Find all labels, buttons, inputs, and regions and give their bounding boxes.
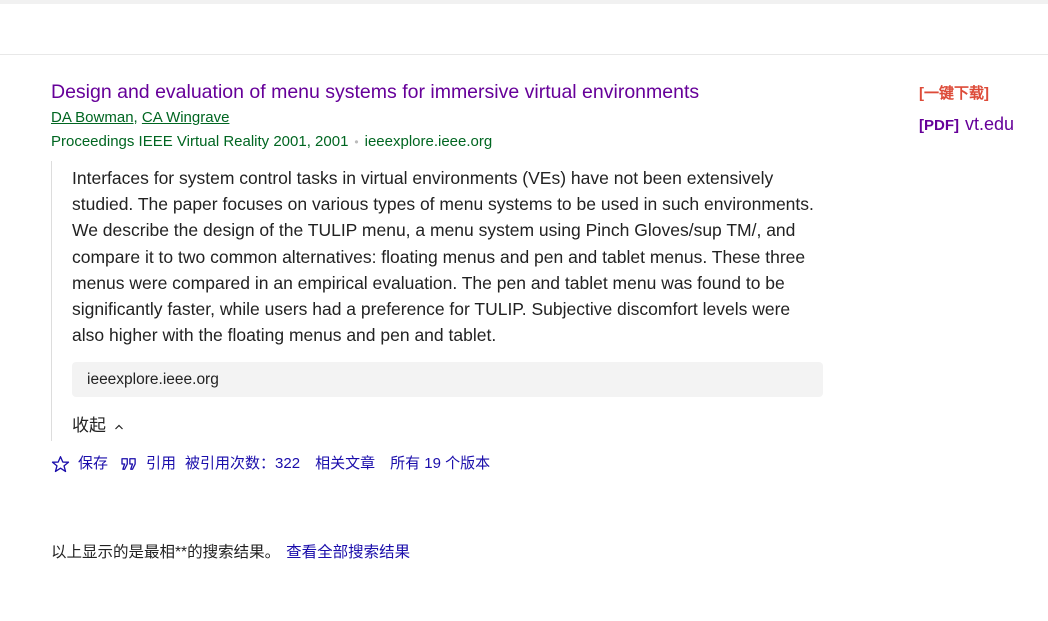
side-links: [一键下载] [PDF] vt.edu	[919, 84, 1039, 135]
one-click-download-link[interactable]: [一键下载]	[919, 84, 1039, 104]
result-title-link[interactable]: Design and evaluation of menu systems fo…	[51, 78, 911, 106]
author-list: DA Bowman, CA Wingrave	[51, 107, 911, 129]
view-all-results-link[interactable]: 查看全部搜索结果	[286, 544, 410, 561]
pdf-link[interactable]: [PDF] vt.edu	[919, 114, 1039, 135]
related-articles-link[interactable]: 相关文章	[315, 453, 375, 475]
chevron-up-icon	[115, 425, 123, 430]
search-result: Design and evaluation of menu systems fo…	[51, 78, 911, 475]
save-label: 保存	[78, 455, 109, 473]
author-link[interactable]: DA Bowman	[51, 109, 134, 126]
summary-text: 以上显示的是最相**的搜索结果。	[51, 544, 281, 561]
result-actions: 保存 引用 被引用次数：322 相关文章 所有 19 个版本	[51, 453, 911, 475]
collapse-button[interactable]: 收起	[72, 415, 124, 441]
results-summary: 以上显示的是最相**的搜索结果。 查看全部搜索结果	[51, 541, 410, 565]
abstract-panel: Interfaces for system control tasks in v…	[51, 161, 823, 442]
venue-text: Proceedings IEEE Virtual Reality 2001, 2…	[51, 133, 349, 150]
quote-icon	[121, 458, 136, 471]
all-versions-link[interactable]: 所有 19 个版本	[390, 453, 490, 475]
source-site-box[interactable]: ieeexplore.ieee.org	[72, 362, 823, 398]
source-domain: ieeexplore.ieee.org	[364, 133, 493, 150]
abstract-text: Interfaces for system control tasks in v…	[72, 168, 814, 346]
dot-separator: •	[354, 135, 359, 149]
cited-by-link[interactable]: 被引用次数：322	[185, 453, 300, 475]
top-bar	[0, 0, 1048, 55]
pdf-domain: vt.edu	[965, 114, 1015, 134]
pdf-tag: [PDF]	[919, 117, 959, 134]
cite-button[interactable]: 引用	[120, 453, 176, 475]
source-line: Proceedings IEEE Virtual Reality 2001, 2…	[51, 131, 911, 153]
save-button[interactable]: 保存	[51, 453, 108, 475]
collapse-label: 收起	[72, 416, 106, 436]
author-link[interactable]: CA Wingrave	[142, 109, 230, 126]
star-outline-icon	[51, 455, 70, 473]
cite-label: 引用	[146, 455, 177, 473]
author-separator: ,	[133, 109, 142, 126]
